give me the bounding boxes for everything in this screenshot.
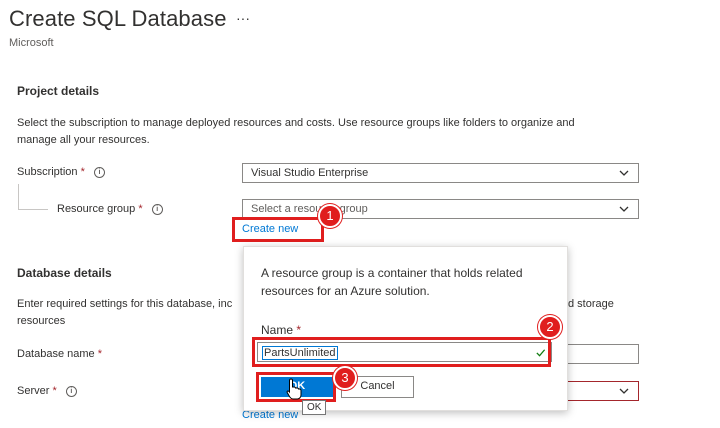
resource-group-dropdown[interactable]: Select a resource group <box>242 199 639 219</box>
ellipsis-icon[interactable]: ··· <box>236 10 250 26</box>
chevron-down-icon <box>619 170 629 176</box>
resource-group-placeholder: Select a resource group <box>251 203 368 215</box>
database-name-label: Database name * <box>17 348 102 360</box>
chevron-down-icon <box>619 206 629 212</box>
database-description-line1-tail: d storage <box>568 298 614 310</box>
callout-badge-3: 3 <box>333 366 357 390</box>
subscription-dropdown[interactable]: Visual Studio Enterprise <box>242 163 639 183</box>
server-dropdown[interactable] <box>567 381 639 401</box>
database-name-label-text: Database name <box>17 348 95 360</box>
info-icon[interactable]: i <box>65 385 77 397</box>
callout-badge-1: 1 <box>318 204 342 228</box>
create-new-link[interactable]: Create new <box>242 223 298 235</box>
popup-description: A resource group is a container that hol… <box>261 264 523 300</box>
popup-description-line2: resources for an Azure solution. <box>261 284 430 298</box>
info-icon[interactable]: i <box>93 166 105 178</box>
required-marker: * <box>97 348 103 360</box>
callout-badge-2: 2 <box>538 315 562 339</box>
popup-name-label-text: Name <box>261 323 294 337</box>
required-marker: * <box>52 385 57 397</box>
tree-connector-horizontal <box>18 209 48 210</box>
name-input-highlight <box>252 337 551 367</box>
database-description-line2: resources <box>17 315 66 327</box>
database-description-line1: Enter required settings for this databas… <box>17 298 233 310</box>
tree-connector-vertical <box>18 184 19 210</box>
required-marker: * <box>296 323 302 337</box>
resource-group-label: Resource group * i <box>57 203 163 215</box>
hand-cursor-icon <box>286 378 302 400</box>
subscription-label-text: Subscription <box>17 166 78 178</box>
subscription-label: Subscription * i <box>17 166 105 178</box>
chevron-down-icon <box>619 388 629 394</box>
subscription-value: Visual Studio Enterprise <box>251 167 369 179</box>
project-description-line2: manage all your resources. <box>17 134 150 146</box>
server-label-text: Server <box>17 385 50 397</box>
database-name-input[interactable] <box>567 344 639 364</box>
info-icon[interactable]: i <box>151 203 163 215</box>
popup-name-label: Name * <box>261 323 301 337</box>
required-marker: * <box>80 166 85 178</box>
required-marker: * <box>138 203 143 215</box>
project-description-line1: Select the subscription to manage deploy… <box>17 117 575 129</box>
project-details-heading: Project details <box>17 84 100 98</box>
page-title: Create SQL Database <box>9 6 227 31</box>
database-details-heading: Database details <box>17 266 112 280</box>
server-label: Server * i <box>17 385 77 397</box>
resource-group-label-text: Resource group <box>57 203 136 215</box>
page-subtitle: Microsoft <box>9 37 54 49</box>
popup-description-line1: A resource group is a container that hol… <box>261 266 523 280</box>
ok-tooltip: OK <box>302 400 327 415</box>
project-description: Select the subscription to manage deploy… <box>17 115 657 149</box>
